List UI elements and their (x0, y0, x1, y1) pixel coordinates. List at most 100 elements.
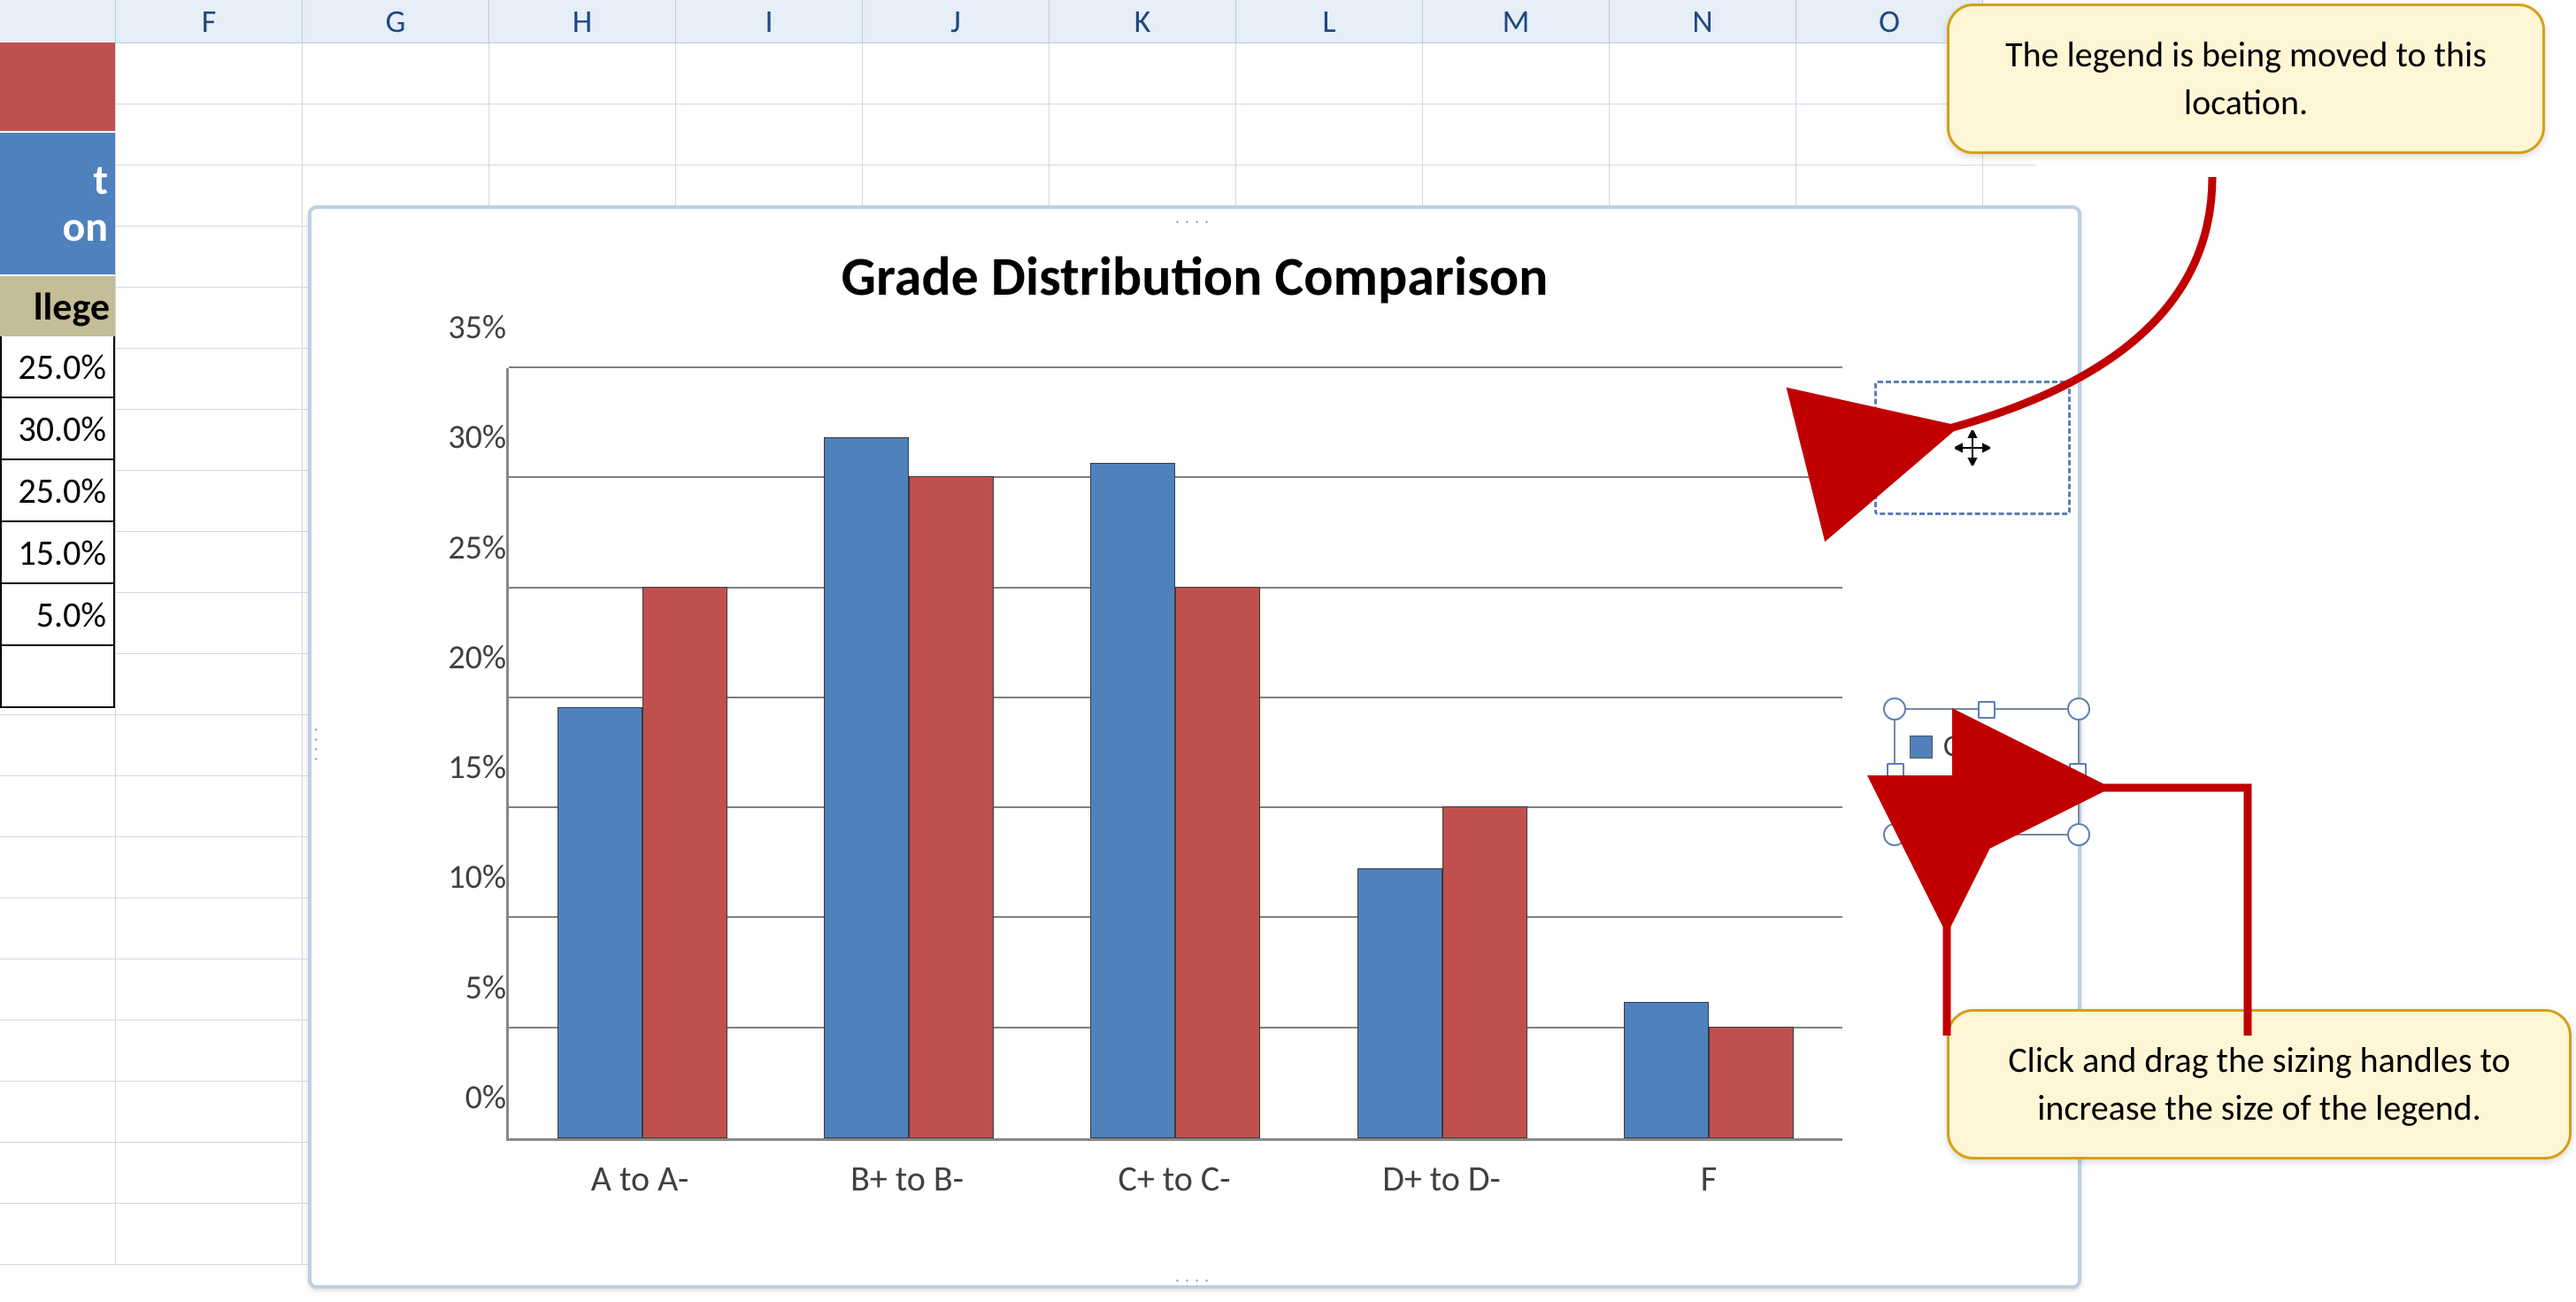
grid-cell[interactable] (0, 1204, 116, 1264)
partial-value-3[interactable]: 15.0% (0, 522, 115, 584)
grid-cell[interactable] (1236, 43, 1423, 104)
x-tick-label: D+ to D- (1344, 1157, 1539, 1200)
grid-cell[interactable] (489, 43, 676, 104)
x-tick-label: A to A- (542, 1157, 737, 1200)
col-header-j[interactable]: J (863, 0, 1050, 42)
grid-cell[interactable] (116, 1021, 303, 1081)
col-header-partial[interactable] (0, 0, 116, 42)
grid-cell[interactable] (1050, 43, 1236, 104)
bar-class[interactable] (1090, 463, 1175, 1138)
y-tick-label: 30% (400, 417, 506, 458)
partial-cell-olive: llege (0, 276, 115, 336)
col-header-i[interactable]: I (676, 0, 863, 42)
bar-class[interactable] (1624, 1002, 1709, 1138)
grid-cell[interactable] (676, 43, 863, 104)
resize-handle-sw[interactable] (1883, 823, 1906, 846)
bar-college[interactable] (642, 587, 727, 1138)
resize-handle-ne[interactable] (2067, 697, 2090, 720)
grid-row[interactable] (0, 104, 2035, 166)
col-header-n[interactable]: N (1610, 0, 1796, 42)
grid-cell[interactable] (863, 104, 1050, 165)
col-header-h[interactable]: H (489, 0, 676, 42)
chart-plot-area[interactable]: 0%5%10%15%20%25%30%35% A to A-B+ to B-C+… (391, 368, 1842, 1138)
grid-cell[interactable] (116, 349, 303, 409)
x-axis-labels: A to A-B+ to B-C+ to C-D+ to D-F (506, 1157, 1842, 1200)
grid-cell[interactable] (116, 1143, 303, 1203)
grid-cell[interactable] (0, 898, 116, 959)
plot-area[interactable] (506, 368, 1842, 1141)
grid-row[interactable] (0, 43, 2035, 104)
grid-cell[interactable] (1423, 104, 1610, 165)
grid-cell[interactable] (0, 837, 116, 898)
bar-college[interactable] (909, 476, 994, 1138)
grid-cell[interactable] (1423, 43, 1610, 104)
grid-cell[interactable] (116, 166, 303, 226)
grid-cell[interactable] (116, 959, 303, 1020)
grid-cell[interactable] (303, 43, 489, 104)
grid-cell[interactable] (489, 104, 676, 165)
col-header-g[interactable]: G (303, 0, 489, 42)
grid-cell[interactable] (116, 43, 303, 104)
legend-item-class[interactable]: Class (1910, 728, 2078, 765)
bar-college[interactable] (1442, 806, 1527, 1138)
resize-handle-se[interactable] (2067, 823, 2090, 846)
legend-drop-target[interactable] (1874, 381, 2071, 515)
bar-college[interactable] (1709, 1027, 1794, 1138)
bar-college[interactable] (1175, 587, 1260, 1138)
chart-resize-left[interactable]: .... (310, 728, 331, 767)
partial-blue-text-2: on (62, 204, 108, 250)
partial-value-4[interactable]: 5.0% (0, 584, 115, 646)
chart-legend[interactable]: Class College (1894, 708, 2080, 836)
grid-cell[interactable] (0, 1143, 116, 1203)
grid-cell[interactable] (676, 104, 863, 165)
grid-cell[interactable] (0, 959, 116, 1020)
grid-cell[interactable] (116, 1204, 303, 1264)
grid-cell[interactable] (116, 654, 303, 714)
partial-value-1[interactable]: 30.0% (0, 398, 115, 460)
grid-cell[interactable] (116, 837, 303, 898)
col-header-l[interactable]: L (1236, 0, 1423, 42)
grid-cell[interactable] (1610, 104, 1796, 165)
resize-handle-e[interactable] (2069, 763, 2087, 781)
grid-cell[interactable] (116, 288, 303, 348)
resize-handle-nw[interactable] (1883, 697, 1906, 720)
y-tick-label: 20% (400, 637, 506, 678)
bar-class[interactable] (824, 437, 909, 1138)
grid-cell[interactable] (0, 1082, 116, 1142)
col-header-k[interactable]: K (1050, 0, 1236, 42)
col-header-m[interactable]: M (1423, 0, 1610, 42)
resize-handle-s[interactable] (1978, 825, 1995, 843)
partial-value-2[interactable]: 25.0% (0, 460, 115, 522)
grid-cell[interactable] (1610, 43, 1796, 104)
grid-cell[interactable] (116, 410, 303, 470)
bar-group (1090, 368, 1260, 1138)
grid-cell[interactable] (116, 1082, 303, 1142)
grid-cell[interactable] (116, 532, 303, 592)
grid-cell[interactable] (116, 776, 303, 836)
bar-group (824, 368, 994, 1138)
grid-cell[interactable] (116, 715, 303, 775)
grid-cell[interactable] (116, 471, 303, 531)
partial-value-0[interactable]: 25.0% (0, 336, 115, 398)
partial-empty-cell[interactable] (0, 646, 115, 708)
grid-cell[interactable] (116, 898, 303, 959)
grid-cell[interactable] (0, 776, 116, 836)
resize-handle-n[interactable] (1978, 701, 1995, 719)
bar-group (1357, 368, 1527, 1138)
col-header-f[interactable]: F (116, 0, 303, 42)
grid-cell[interactable] (116, 227, 303, 287)
grid-cell[interactable] (863, 43, 1050, 104)
grid-cell[interactable] (303, 104, 489, 165)
resize-handle-w[interactable] (1887, 763, 1904, 781)
grid-cell[interactable] (1050, 104, 1236, 165)
grid-cell[interactable] (116, 104, 303, 165)
chart-title[interactable]: Grade Distribution Comparison (311, 243, 2078, 310)
grid-cell[interactable] (0, 715, 116, 775)
bar-class[interactable] (557, 707, 642, 1138)
grid-cell[interactable] (1236, 104, 1423, 165)
chart-object[interactable]: .... .... Grade Distribution Comparison … (308, 205, 2081, 1289)
bar-class[interactable] (1357, 868, 1442, 1138)
grid-cell[interactable] (116, 593, 303, 653)
grid-cell[interactable] (0, 1021, 116, 1081)
legend-item-college[interactable]: College (1910, 779, 2078, 815)
